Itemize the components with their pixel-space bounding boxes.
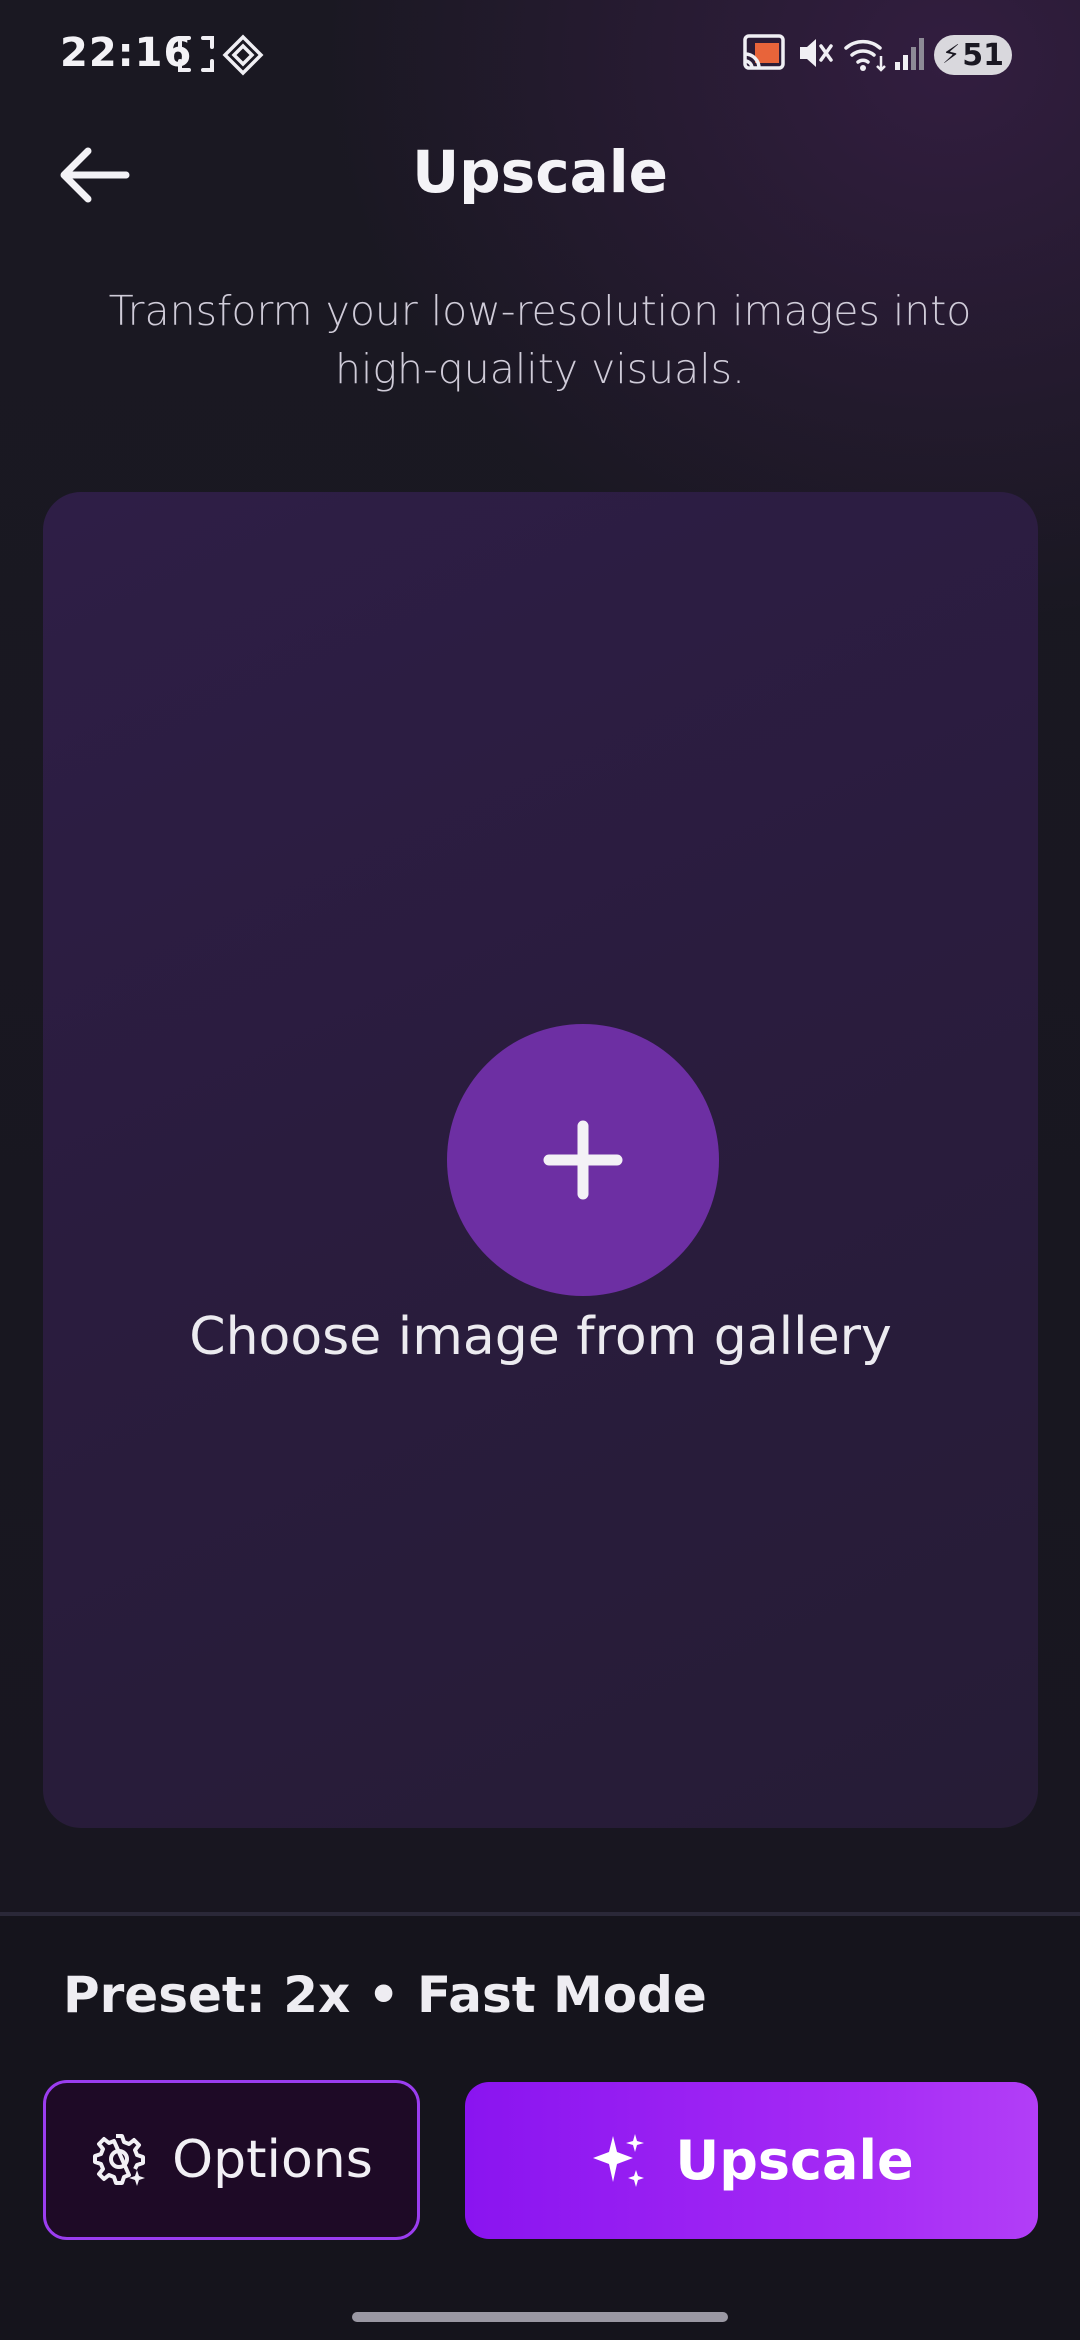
status-bar: 22:16 ⚡ 51: [0, 0, 1080, 110]
image-picker-area[interactable]: Choose image from gallery: [43, 492, 1038, 1828]
sparkles-icon: [593, 2133, 645, 2187]
upscale-button[interactable]: Upscale: [465, 2082, 1038, 2239]
screenshot-icon: [178, 36, 214, 72]
options-label: Options: [172, 2130, 373, 2190]
add-image-button[interactable]: [447, 1024, 719, 1296]
gear-sparkle-icon: [93, 2134, 146, 2186]
wifi-icon: [844, 40, 886, 72]
home-indicator[interactable]: [352, 2312, 728, 2322]
battery-indicator: ⚡ 51: [934, 35, 1012, 75]
signal-icon: [895, 38, 924, 70]
options-button[interactable]: Options: [43, 2080, 420, 2240]
divider: [0, 1912, 1080, 1916]
choose-image-label[interactable]: Choose image from gallery: [43, 1307, 1038, 1367]
status-time: 22:16: [60, 30, 193, 76]
preset-label: Preset: 2x • Fast Mode: [63, 1966, 707, 2024]
plus-icon: [543, 1120, 623, 1200]
upscale-label: Upscale: [675, 2129, 914, 2192]
page-subtitle: Transform your low-resolution images int…: [108, 287, 972, 393]
battery-charging-icon: ⚡: [941, 40, 961, 70]
page-title: Upscale: [412, 138, 668, 206]
battery-level: 51: [962, 37, 1004, 73]
mute-icon: [800, 39, 833, 67]
cast-icon: [743, 34, 785, 70]
vpn-icon: [222, 34, 264, 76]
